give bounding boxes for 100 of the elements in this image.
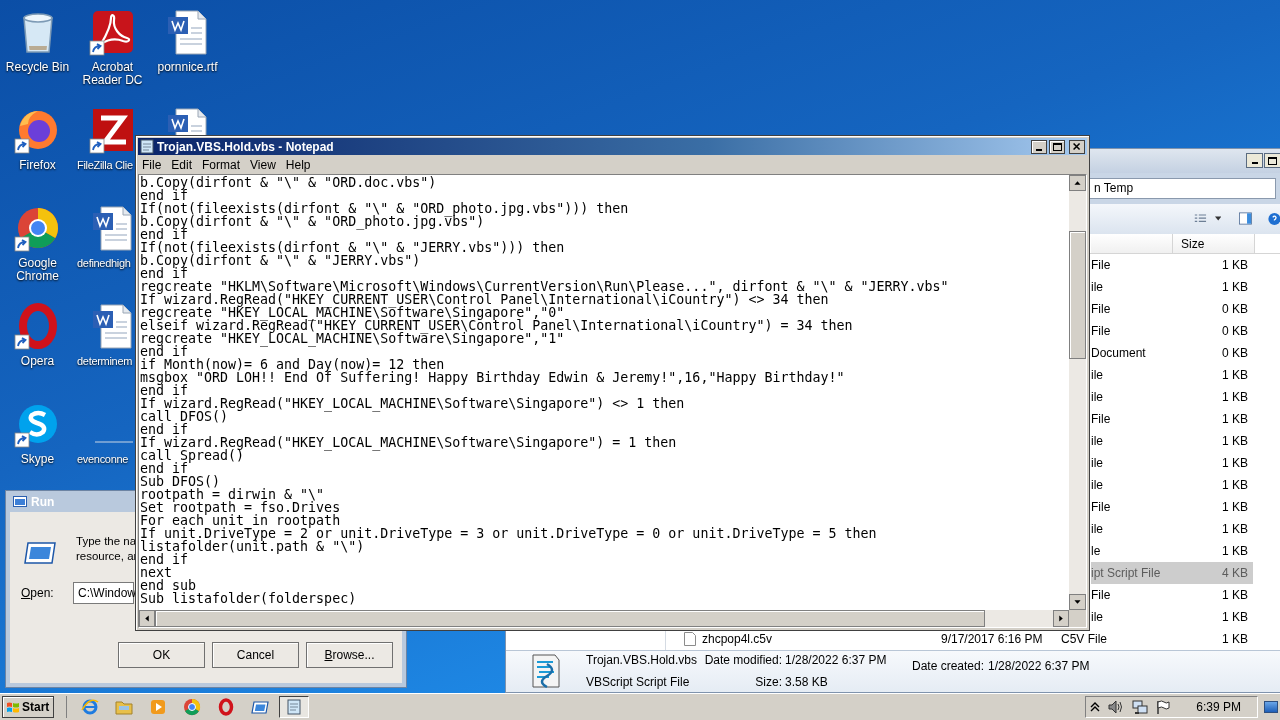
code-line: regcreate "HKEY_LOCAL_MACHINE\Software\Singapore","1" — [140, 332, 565, 345]
maximize-button[interactable] — [1049, 139, 1065, 154]
code-line: If(not(fileexists(dirfont & "\" & "JERRY.vbs"))) then — [140, 241, 565, 254]
icon-label: determinem — [76, 355, 133, 368]
menu-item[interactable]: Help — [281, 155, 315, 174]
file-row[interactable]: File 0 KB — [1091, 319, 1253, 342]
scroll-left-button[interactable] — [139, 610, 155, 627]
file-size: 1 KB — [1221, 520, 1248, 538]
code-line: call DFOS() — [140, 410, 229, 423]
icon-label: Firefox — [18, 159, 57, 172]
file-size: 1 KB — [1221, 410, 1248, 428]
file-type: ile — [1091, 608, 1104, 626]
menu-item[interactable]: View — [246, 155, 280, 174]
file-row[interactable]: ile 1 KB — [1091, 517, 1253, 540]
file-size: 1 KB — [1221, 432, 1248, 450]
file-row[interactable]: ile 1 KB — [1091, 451, 1253, 474]
scroll-down-button[interactable] — [1069, 594, 1086, 610]
code-line: Sub DFOS() — [140, 475, 221, 488]
file-row[interactable]: Document 0 KB — [1091, 341, 1253, 364]
minimize-button[interactable] — [1246, 153, 1263, 168]
icon-label: Google Chrome — [15, 257, 60, 283]
start-logo-icon — [6, 700, 20, 714]
flag-icon[interactable] — [1156, 699, 1171, 715]
code-line: if Month(now)= 6 and Day(now)= 12 then — [140, 358, 445, 371]
file-type: ile — [1091, 432, 1104, 450]
menu-item[interactable]: Format — [198, 155, 245, 174]
close-button[interactable] — [1069, 139, 1085, 154]
file-type: ile — [1091, 476, 1104, 494]
code-line: b.Copy(dirfont & "\" & "ORD_photo.jpg.vbs") — [140, 215, 485, 228]
open-field[interactable]: C:\Window — [73, 582, 134, 604]
code-line: If(not(fileexists(dirfont & "\" & "ORD_photo.jpg.vbs"))) then — [140, 202, 629, 215]
property-value: 3.58 KB — [785, 674, 829, 692]
file-row[interactable]: zhcpop4l.c5v 9/17/2017 6:16 PM C5V File 1 KB — [666, 627, 1280, 650]
file-size: 1 KB — [1221, 454, 1248, 472]
show-hidden-icons-button[interactable] — [1090, 702, 1101, 712]
file-type: le — [1091, 542, 1102, 560]
property-value: 1/28/2022 6:37 PM — [785, 652, 888, 670]
code-line: For each unit in rootpath — [140, 514, 341, 527]
file-size: 1 KB — [1221, 476, 1248, 494]
file-name: Trojan.VBS.Hold.vbs — [586, 652, 698, 670]
file-size: 1 KB — [1221, 586, 1248, 604]
file-size: 1 KB — [1221, 630, 1248, 648]
dialog-button[interactable]: OK — [118, 642, 205, 668]
speaker-icon[interactable] — [1108, 700, 1125, 714]
scroll-thumb[interactable] — [1069, 231, 1086, 359]
file-size: 1 KB — [1221, 608, 1248, 626]
file-row[interactable]: ile 1 KB — [1091, 385, 1253, 408]
file-type: ile — [1091, 366, 1104, 384]
scroll-right-button[interactable] — [1053, 610, 1069, 627]
file-row[interactable]: File 1 KB — [1091, 495, 1253, 518]
browser-icon — [183, 698, 201, 716]
file-row[interactable]: ipt Script File 4 KB — [1091, 561, 1253, 584]
file-size: 1 KB — [1221, 388, 1248, 406]
file-row[interactable]: File 1 KB — [1091, 583, 1253, 606]
file-row[interactable]: ile 1 KB — [1091, 473, 1253, 496]
file-row[interactable]: File 1 KB — [1091, 407, 1253, 430]
scroll-up-button[interactable] — [1069, 175, 1086, 191]
browser-icon — [81, 698, 99, 716]
file-row[interactable]: File 1 KB — [1091, 253, 1253, 276]
dialog-button[interactable]: Cancel — [212, 642, 299, 668]
code-line: end if — [140, 384, 189, 397]
caret-icon[interactable] — [1214, 216, 1222, 222]
network-icon[interactable] — [1132, 699, 1149, 715]
minimize-button[interactable] — [1031, 139, 1047, 154]
dialog-button[interactable]: Browse... — [306, 642, 393, 668]
file-row[interactable]: File 0 KB — [1091, 297, 1253, 320]
notepad-icon — [140, 139, 154, 154]
maximize-button[interactable] — [1264, 153, 1280, 168]
file-type: File — [1091, 410, 1112, 428]
file-row[interactable]: ile 1 KB — [1091, 605, 1253, 628]
code-line: end if — [140, 189, 189, 202]
code-line: regcreate "HKEY_LOCAL_MACHINE\Software\Singapore","0" — [140, 306, 565, 319]
file-icon — [684, 631, 696, 646]
open-label: Open: — [21, 585, 55, 602]
file-size: 0 KB — [1221, 344, 1248, 362]
code-line: Set rootpath = fso.Drives — [140, 501, 341, 514]
dialog-description: Type the na — [76, 534, 138, 549]
file-size: 4 KB — [1221, 564, 1248, 582]
file-row[interactable]: ile 1 KB — [1091, 275, 1253, 298]
file-size: 1 KB — [1221, 366, 1248, 384]
file-type: ile — [1091, 388, 1104, 406]
file-row[interactable]: ile 1 KB — [1091, 363, 1253, 386]
vertical-scrollbar[interactable] — [1069, 175, 1086, 610]
run-icon — [24, 542, 56, 564]
code-line: rootpath = dirwin & "\" — [140, 488, 325, 501]
media-player-icon — [149, 698, 167, 716]
show-desktop-button[interactable] — [1264, 701, 1278, 713]
menu-item[interactable]: File — [138, 155, 166, 174]
preview-pane-icon[interactable] — [1239, 211, 1253, 227]
menu-item[interactable]: Edit — [167, 155, 197, 174]
taskbar-button[interactable] — [279, 696, 309, 718]
help-icon[interactable] — [1268, 210, 1280, 227]
icon-label: FileZilla Clie — [76, 159, 133, 172]
file-type: File — [1091, 322, 1112, 340]
start-button[interactable]: Start — [2, 696, 54, 718]
file-row[interactable]: ile 1 KB — [1091, 429, 1253, 452]
icon-label: pornnice.rtf — [156, 61, 219, 74]
file-row[interactable]: le 1 KB — [1091, 539, 1253, 562]
property-label: Date created: — [912, 657, 985, 675]
file-type: C5V File — [1061, 630, 1108, 648]
